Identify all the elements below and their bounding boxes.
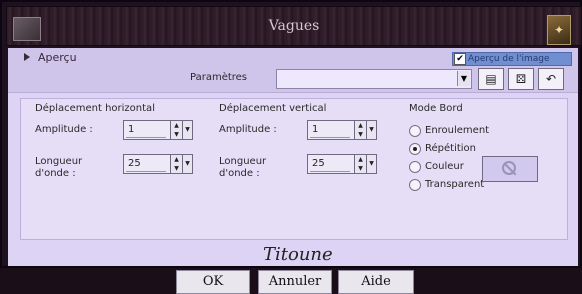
radio-transparent-label[interactable]: Transparent <box>425 179 484 191</box>
edge-mode-heading: Mode Bord <box>409 103 463 114</box>
reset-button[interactable]: ↶ <box>538 68 564 90</box>
chevron-down-icon[interactable]: ▼ <box>366 155 376 173</box>
preview-bar: Aperçu ✔ Aperçu de l'image <box>8 48 578 66</box>
value-slider-bar <box>126 171 166 172</box>
save-preset-button[interactable]: ▤ <box>478 68 504 90</box>
preview-toggle-label: Aperçu <box>38 51 77 64</box>
parameters-label: Paramètres <box>190 72 248 83</box>
dice-icon: ⚄ <box>515 72 527 86</box>
chevron-down-icon[interactable]: ▼ <box>182 155 192 173</box>
radio-transparent[interactable] <box>409 179 421 191</box>
help-button[interactable]: Aide <box>338 270 414 294</box>
parameters-row: Paramètres ▼ ▤ ⚄ ↶ <box>8 66 578 93</box>
value-slider-bar <box>310 137 350 138</box>
show-image-label: Aperçu de l'image <box>468 54 550 64</box>
radio-wrap-label[interactable]: Enroulement <box>425 125 489 137</box>
value-slider-bar <box>126 137 166 138</box>
radio-color-label[interactable]: Couleur <box>425 161 464 173</box>
h-amplitude-input[interactable]: 1 ▲ ▼ ▼ <box>123 120 193 140</box>
spin-updown-icon[interactable]: ▲ ▼ <box>354 121 366 139</box>
h-amplitude-value: 1 <box>128 124 135 135</box>
expand-arrow-icon <box>24 53 30 61</box>
v-amplitude-input[interactable]: 1 ▲ ▼ ▼ <box>307 120 377 140</box>
spin-updown-icon[interactable]: ▲ ▼ <box>170 121 182 139</box>
radio-wrap[interactable] <box>409 125 421 137</box>
random-button[interactable]: ⚄ <box>508 68 534 90</box>
v-wavelength-label-line2: d'onde : <box>219 168 260 179</box>
cancel-button[interactable]: Annuler <box>258 270 332 294</box>
window-title: Vagues <box>268 18 320 34</box>
ok-button[interactable]: OK <box>176 270 250 294</box>
v-wavelength-input[interactable]: 25 ▲ ▼ ▼ <box>307 154 377 174</box>
chevron-down-icon[interactable]: ▼ <box>182 121 192 139</box>
preset-select[interactable]: ▼ <box>276 69 472 89</box>
dialog-window: Vagues ✦ Aperçu ✔ Aperçu de l'image Para… <box>0 0 582 294</box>
radio-repeat[interactable] <box>409 143 421 155</box>
radio-repeat-label[interactable]: Répétition <box>425 143 476 155</box>
radio-color[interactable] <box>409 161 421 173</box>
v-amplitude-value: 1 <box>312 124 319 135</box>
spin-updown-icon[interactable]: ▲ ▼ <box>170 155 182 173</box>
chevron-down-icon[interactable]: ▼ <box>366 121 376 139</box>
h-amplitude-label: Amplitude : <box>35 124 93 135</box>
reset-icon: ↶ <box>545 72 557 86</box>
chevron-down-icon[interactable]: ▼ <box>457 71 470 86</box>
value-slider-bar <box>310 171 350 172</box>
v-wavelength-label-line1: Longueur <box>219 156 267 167</box>
v-wavelength-value: 25 <box>312 158 325 169</box>
h-wavelength-input[interactable]: 25 ▲ ▼ ▼ <box>123 154 193 174</box>
preview-toggle[interactable]: Aperçu <box>24 51 77 64</box>
bookmark-icon[interactable]: ✦ <box>547 15 571 45</box>
title-bar: Vagues ✦ <box>6 6 582 46</box>
show-image-toggle[interactable]: ✔ Aperçu de l'image <box>452 52 572 66</box>
v-amplitude-label: Amplitude : <box>219 124 277 135</box>
color-swatch[interactable] <box>482 156 538 182</box>
h-wavelength-value: 25 <box>128 158 141 169</box>
h-wavelength-label-line2: d'onde : <box>35 168 76 179</box>
no-color-icon <box>502 161 516 175</box>
save-icon: ▤ <box>485 72 497 86</box>
signature-text: Titoune <box>263 244 333 265</box>
show-image-checkbox[interactable]: ✔ <box>454 53 466 65</box>
h-wavelength-label-line1: Longueur <box>35 156 83 167</box>
dialog-content: Aperçu ✔ Aperçu de l'image Paramètres ▼ … <box>8 48 578 294</box>
spin-updown-icon[interactable]: ▲ ▼ <box>354 155 366 173</box>
vertical-heading: Déplacement vertical <box>219 103 327 114</box>
horizontal-heading: Déplacement horizontal <box>35 103 155 114</box>
